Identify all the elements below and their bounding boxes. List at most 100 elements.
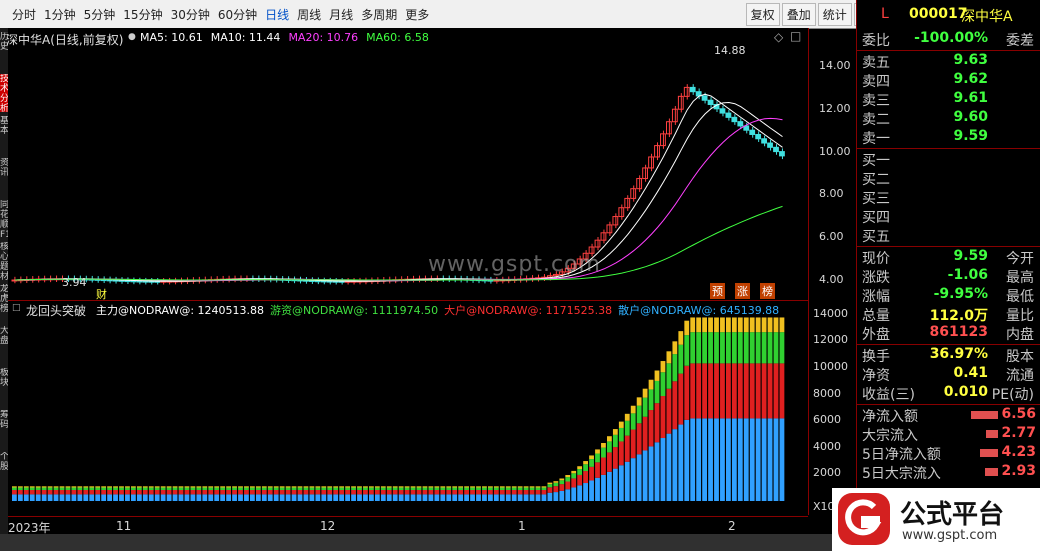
rail-tab[interactable]: 大盘 — [0, 326, 8, 364]
flow-value: 2.93 — [1001, 463, 1036, 479]
sell-row-label: 卖四 — [862, 74, 890, 90]
period-tab[interactable]: 30分钟 — [167, 4, 214, 25]
indicator-bar — [65, 487, 71, 490]
indicator-tick: 8000 — [813, 386, 841, 400]
event-marker[interactable]: 涨 — [735, 283, 750, 299]
indicator-bar — [583, 464, 588, 472]
quote-row-value: 112.0万 — [929, 308, 988, 324]
toolbar-button[interactable]: 复权 — [745, 3, 780, 26]
indicator-bar — [255, 487, 261, 490]
flow-row: 大宗流入 2.77 — [860, 425, 1038, 444]
period-tab[interactable]: 日线 — [261, 4, 293, 25]
indicator-bar — [327, 489, 333, 495]
flow-label: 净流入额 — [862, 409, 918, 425]
indicator-bar — [618, 427, 624, 442]
indicator-bar — [261, 486, 267, 488]
indicator-bar — [131, 489, 136, 495]
indicator-bar — [71, 486, 77, 488]
event-marker[interactable]: 榜 — [760, 283, 775, 299]
indicator-bar — [166, 494, 172, 501]
period-tab[interactable]: 60分钟 — [214, 4, 261, 25]
indicator-bar — [291, 489, 297, 495]
rail-tab[interactable]: 龙虎榜 — [0, 284, 8, 322]
indicator-bar — [595, 477, 600, 501]
rail-tab[interactable]: 资讯 — [0, 158, 8, 196]
rail-tab[interactable]: 筹码 — [0, 410, 8, 448]
indicator-bar — [267, 489, 273, 495]
indicator-bar — [618, 441, 624, 466]
indicator-bar — [678, 373, 684, 425]
rail-tab[interactable]: 板块 — [0, 368, 8, 406]
period-tabs: 分时 1分钟 5分钟 15分钟 30分钟 60分钟 日线 周线 月线 多周期 更多 — [8, 4, 433, 25]
rail-tab[interactable]: 个股 — [0, 452, 8, 490]
indicator-bar — [190, 489, 196, 495]
indicator-bar — [148, 487, 154, 490]
period-tab[interactable]: 5分钟 — [80, 4, 120, 25]
flow-bar — [980, 449, 998, 457]
indicator-bar — [690, 363, 696, 419]
indicator-bar — [119, 487, 124, 490]
period-tab[interactable]: 月线 — [325, 4, 357, 25]
indicator-bar — [720, 332, 725, 364]
indicator-bar — [220, 489, 226, 495]
period-tab[interactable]: 分时 — [8, 4, 40, 25]
indicator-axis: 14000 12000 10000 8000 6000 4000 2000 X10 — [808, 300, 857, 515]
indicator-bar — [321, 489, 327, 495]
candlestick-chart[interactable]: 深中华A(日线,前复权) ● MA5: 10.61 MA10: 11.44 MA20… — [6, 28, 808, 301]
indicator-bar — [505, 487, 511, 490]
candle-body — [719, 108, 726, 114]
indicator-bar — [607, 471, 612, 501]
ma-line — [14, 101, 783, 282]
period-tab[interactable]: 周线 — [293, 4, 325, 25]
indicator-bar — [392, 494, 398, 501]
stats-row-label: 净资 — [862, 368, 890, 384]
indicator-bar — [642, 450, 648, 501]
indicator-bar — [517, 487, 523, 490]
quote-row: 涨幅 -9.95% 最低 — [860, 286, 1038, 305]
indicator-bar — [220, 494, 226, 501]
indicator-bar — [309, 486, 315, 488]
indicator-bar — [535, 486, 541, 488]
toolbar-button[interactable]: 统计 — [817, 3, 852, 26]
price-tick: 14.00 — [819, 59, 851, 72]
indicator-bar — [136, 487, 142, 490]
indicator-bar — [672, 429, 678, 501]
buy-row-label: 买四 — [862, 210, 890, 226]
indicator-bar — [226, 494, 231, 501]
flow-row: 净流入额 6.56 — [860, 406, 1038, 425]
separator — [857, 404, 1040, 405]
indicator-bar — [541, 487, 547, 490]
flow-label: 5日大宗流入 — [862, 466, 941, 482]
price-tick: 6.00 — [819, 230, 844, 244]
sell-row: 卖二 9.60 — [860, 109, 1038, 128]
indicator-bar — [618, 421, 624, 428]
toolbar-button[interactable]: 叠加 — [781, 3, 816, 26]
weibi-row-label: 委比 — [862, 33, 890, 49]
indicator-bar — [583, 471, 588, 484]
period-tab[interactable]: 15分钟 — [119, 4, 166, 25]
period-tab[interactable]: 多周期 — [357, 4, 401, 25]
indicator-bar — [279, 489, 285, 495]
indicator-bar — [493, 489, 499, 495]
indicator-bar — [612, 468, 618, 501]
indicator-bar — [166, 487, 172, 490]
indicator-chart[interactable]: □ 龙回头突破 主力@NODRAW@: 1240513.88 游资@NODRAW@… — [8, 300, 808, 516]
indicator-bar — [357, 489, 362, 495]
rail-tab[interactable]: 同花顺F10 — [0, 200, 8, 238]
indicator-bar — [589, 480, 594, 501]
period-tab[interactable]: 更多 — [401, 4, 433, 25]
indicator-bar — [446, 487, 452, 490]
indicator-bar — [345, 486, 350, 488]
rail-tab[interactable]: 核心题材 — [0, 242, 8, 280]
rail-tab[interactable]: 技术分析 — [0, 74, 8, 112]
period-tab[interactable]: 1分钟 — [40, 4, 80, 25]
high-label: 14.88 — [714, 44, 746, 57]
indicator-bar — [523, 486, 529, 488]
indicator-bar — [119, 489, 124, 495]
indicator-bar — [446, 494, 452, 501]
indicator-bar — [470, 487, 475, 490]
indicator-bar — [488, 489, 493, 495]
indicator-bar — [422, 494, 428, 501]
rail-tab[interactable]: 基本 — [0, 116, 8, 154]
event-marker[interactable]: 预 — [710, 283, 725, 299]
